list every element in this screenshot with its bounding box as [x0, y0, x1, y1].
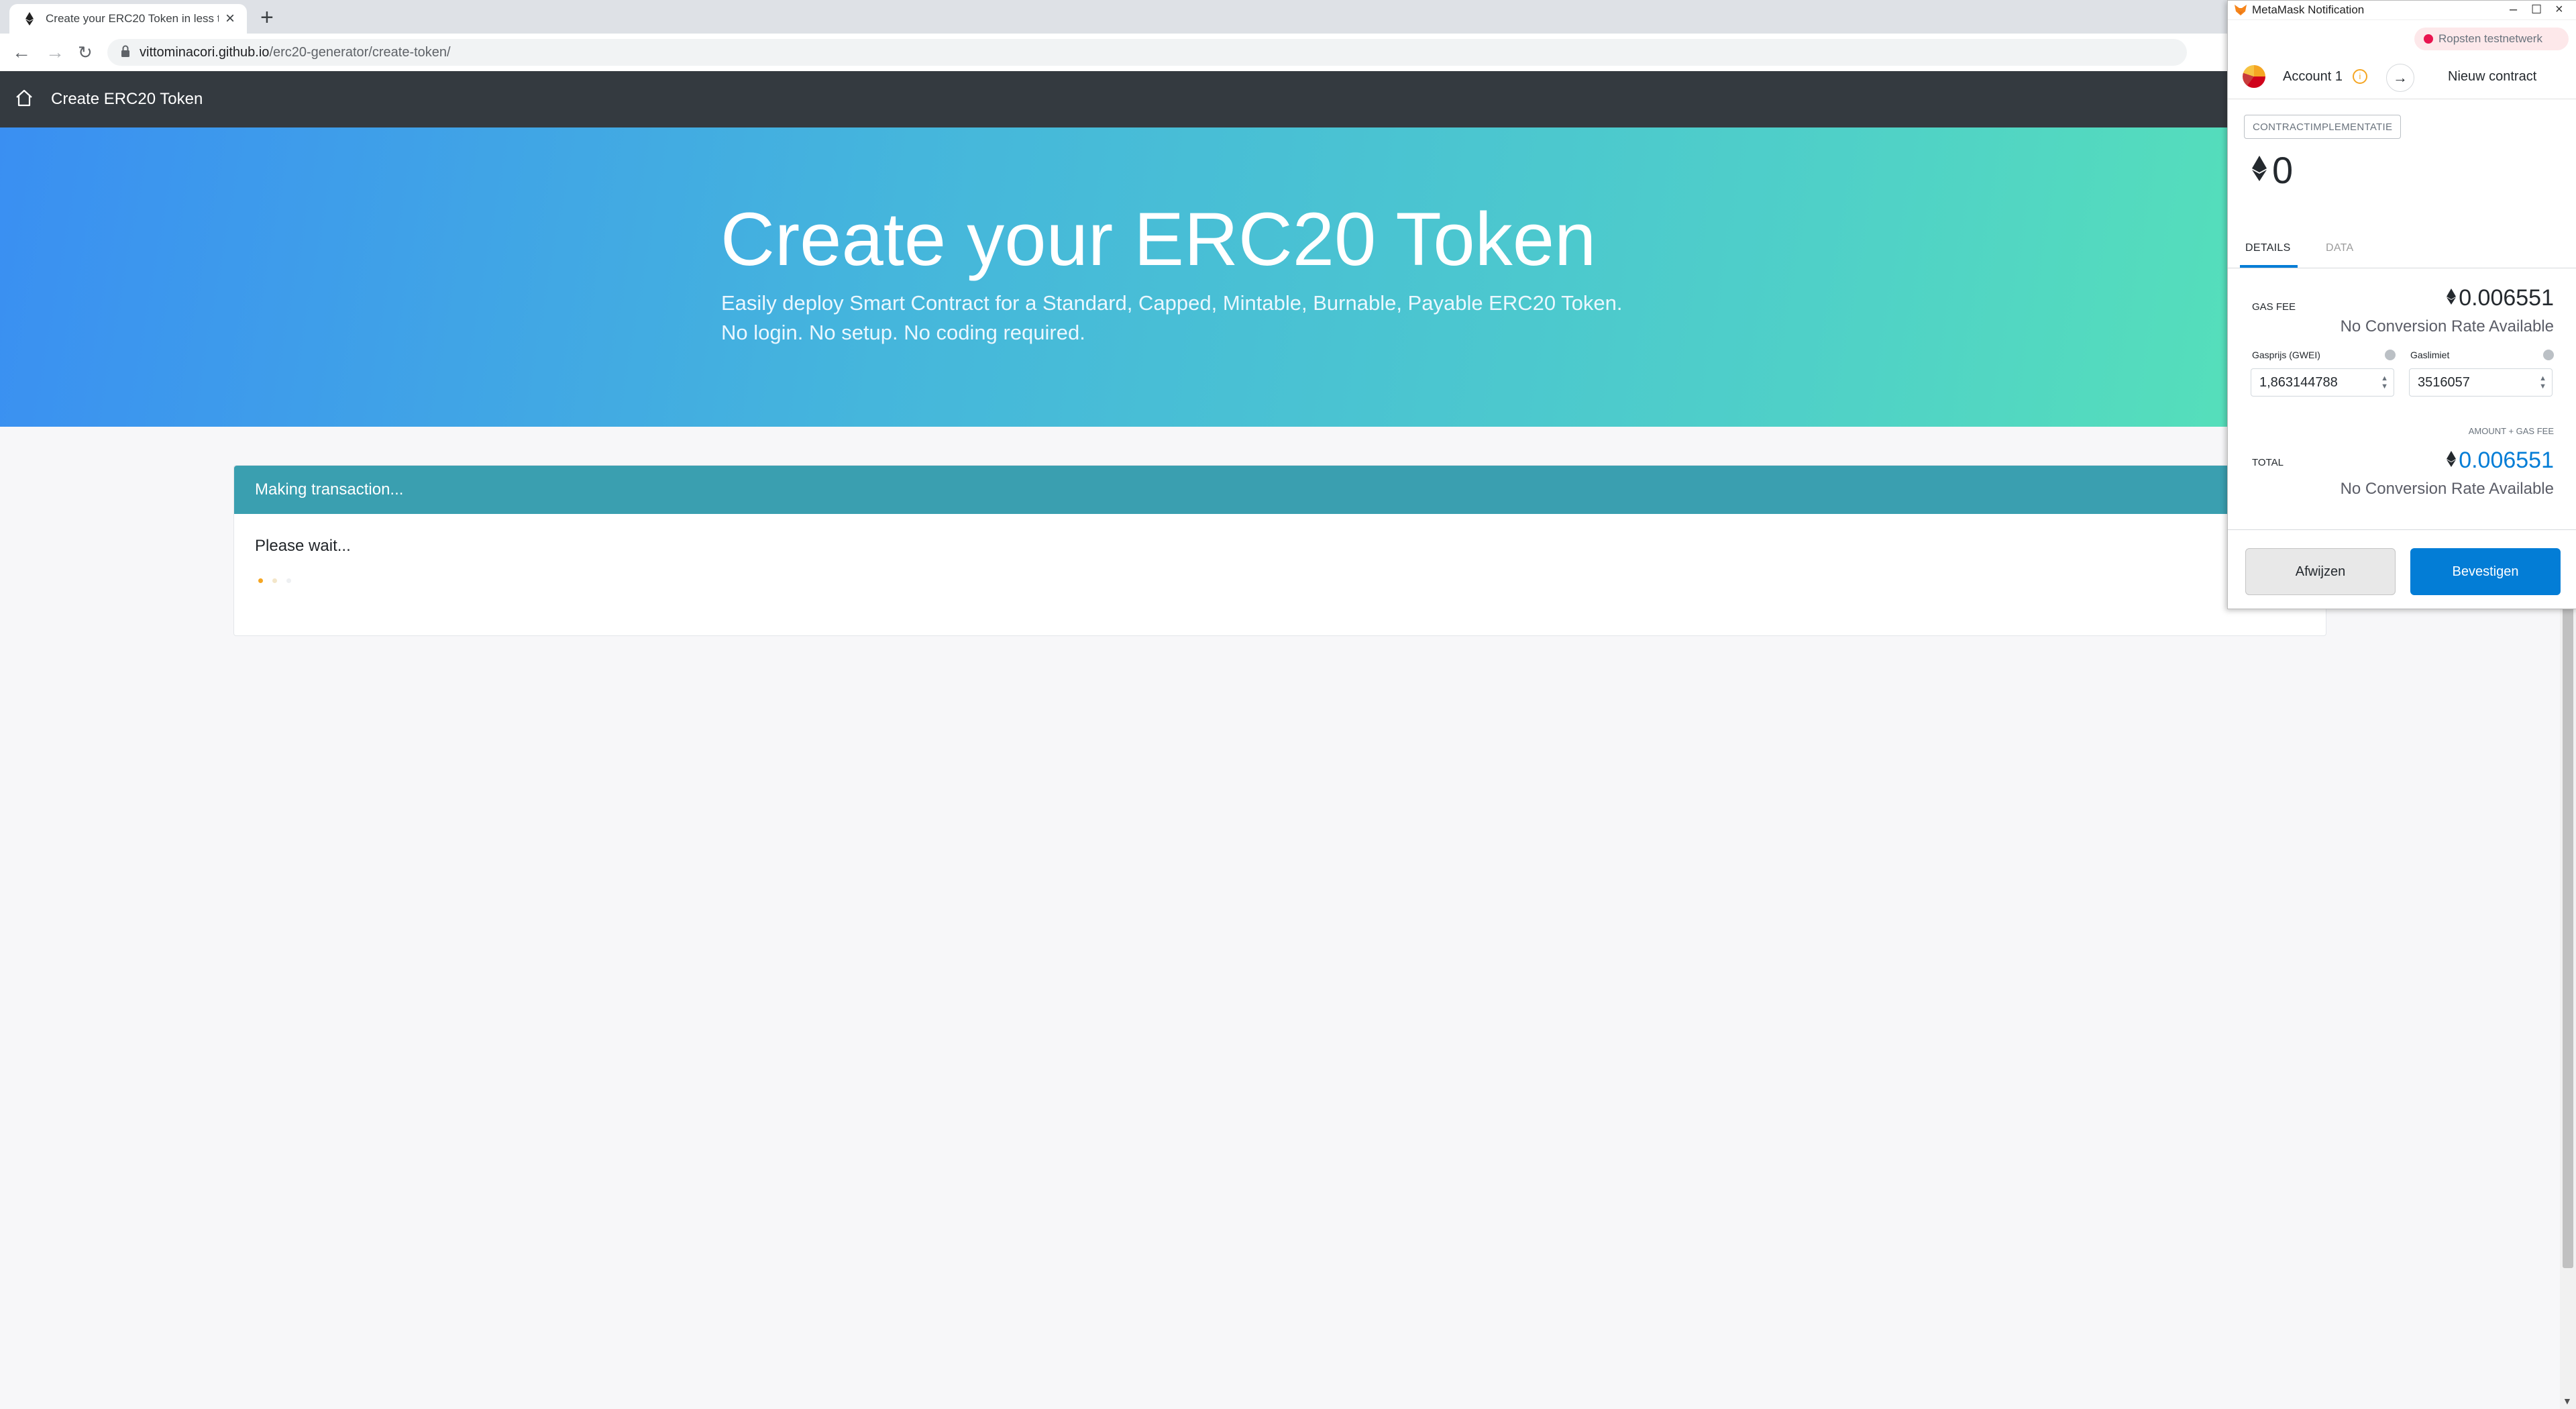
reject-button[interactable]: Afwijzen [2245, 548, 2396, 595]
url-domain: vittominacori.github.io [140, 44, 270, 60]
transaction-card: Making transaction... Please wait... [233, 465, 2326, 636]
browser-tab[interactable]: Create your ERC20 Token in less than a m… [9, 4, 247, 34]
browser-tabstrip: Create your ERC20 Token in less than a m… [0, 0, 2576, 34]
gas-limit-value: 3516057 [2418, 374, 2470, 390]
back-arrow-icon[interactable]: ← [12, 42, 31, 63]
loading-dots [258, 578, 291, 583]
maximize-icon[interactable]: ☐ [2531, 1, 2542, 18]
info-icon[interactable]: i [2353, 69, 2367, 84]
metamask-titlebar: MetaMask Notification – ☐ × [2228, 1, 2576, 20]
gas-price-info-icon[interactable] [2385, 350, 2396, 360]
metamask-fox-icon [2233, 3, 2248, 17]
url-input[interactable]: vittominacori.github.io/erc20-generator/… [107, 39, 2187, 66]
card-header-text: Making transaction... [255, 480, 404, 499]
amount-value: 0 [2272, 149, 2294, 191]
gas-limit-info-icon[interactable] [2543, 350, 2554, 360]
total-label: TOTAL [2252, 457, 2284, 468]
gas-fee-label: GAS FEE [2252, 301, 2296, 313]
metamask-window-title: MetaMask Notification [2252, 3, 2365, 16]
gas-limit-label: Gaslimiet [2410, 350, 2450, 360]
address-bar: ← → ↻ vittominacori.github.io/erc20-gene… [0, 34, 2576, 72]
close-window-icon[interactable]: × [2555, 1, 2563, 18]
loading-dot [272, 578, 277, 583]
home-icon[interactable] [15, 89, 34, 111]
hero-subtitle-2: No login. No setup. No coding required. [721, 321, 1085, 344]
network-indicator[interactable]: Ropsten testnetwerk [2414, 28, 2569, 50]
contract-tag: CONTRACTIMPLEMENTATIE [2244, 115, 2402, 139]
gas-limit-stepper[interactable]: ▲ ▼ [2539, 374, 2546, 390]
footer-divider [2228, 529, 2576, 530]
hero-subtitle: Easily deploy Smart Contract for a Stand… [721, 291, 1623, 315]
gas-price-label: Gasprijs (GWEI) [2252, 350, 2320, 360]
gas-price-value: 1,863144788 [2259, 374, 2338, 390]
tab-title: Create your ERC20 Token in less than a m… [46, 12, 219, 25]
arrow-right-icon: → [2386, 64, 2414, 92]
total-amount: 0.006551 [2459, 448, 2554, 473]
gas-fee-value: 0.006551 [2447, 285, 2554, 311]
gas-fee-amount: 0.006551 [2459, 285, 2554, 311]
eth-icon [2252, 156, 2267, 185]
scroll-down-arrow-icon[interactable]: ▼ [2563, 1396, 2572, 1406]
metamask-tabs: DETAILS DATA [2228, 234, 2576, 268]
gas-fee-conversion: No Conversion Rate Available [2340, 317, 2554, 335]
metamask-popup: MetaMask Notification – ☐ × Ropsten test… [2227, 0, 2576, 609]
total-conversion: No Conversion Rate Available [2340, 480, 2554, 498]
tab-data[interactable]: DATA [2326, 242, 2354, 254]
eth-icon [2447, 451, 2457, 470]
total-value: 0.006551 [2447, 448, 2554, 474]
tab-details[interactable]: DETAILS [2245, 242, 2291, 254]
lock-icon [121, 45, 130, 60]
reload-icon[interactable]: ↻ [78, 42, 93, 63]
new-tab-button[interactable]: + [260, 4, 274, 31]
forward-arrow-icon[interactable]: → [46, 42, 64, 63]
loading-dot [286, 578, 291, 583]
account-row: Account 1 i → Nieuw contract [2228, 56, 2576, 99]
gas-price-stepper[interactable]: ▲ ▼ [2381, 374, 2388, 390]
account-avatar [2243, 65, 2265, 88]
ethereum-favicon-icon [23, 12, 36, 25]
loading-dot [258, 578, 263, 583]
card-header: Making transaction... [234, 466, 2326, 514]
url-path: /erc20-generator/create-token/ [269, 44, 451, 60]
url-text: vittominacori.github.io/erc20-generator/… [140, 45, 451, 60]
account-name[interactable]: Account 1 [2283, 69, 2343, 85]
please-wait-text: Please wait... [255, 537, 351, 555]
scrollbar-thumb[interactable] [2563, 597, 2573, 1268]
destination-label: Nieuw contract [2448, 69, 2537, 84]
navbar-brand[interactable]: Create ERC20 Token [51, 90, 203, 109]
amount-gas-label: AMOUNT + GAS FEE [2468, 426, 2554, 436]
eth-icon [2447, 289, 2457, 308]
minimize-icon[interactable]: – [2510, 1, 2517, 18]
network-status-dot [2424, 34, 2433, 44]
confirm-button[interactable]: Bevestigen [2410, 548, 2561, 595]
active-tab-underline [2240, 265, 2298, 268]
site-navbar: Create ERC20 Token [0, 71, 2576, 127]
hero-banner: Create your ERC20 Token Easily deploy Sm… [0, 127, 2576, 427]
transaction-amount: 0 [2252, 148, 2293, 192]
close-tab-icon[interactable]: × [225, 11, 235, 27]
network-label: Ropsten testnetwerk [2438, 32, 2542, 45]
hero-title: Create your ERC20 Token [720, 197, 1597, 281]
gas-limit-input[interactable]: 3516057 ▲ ▼ [2409, 368, 2553, 397]
gas-price-input[interactable]: 1,863144788 ▲ ▼ [2251, 368, 2394, 397]
